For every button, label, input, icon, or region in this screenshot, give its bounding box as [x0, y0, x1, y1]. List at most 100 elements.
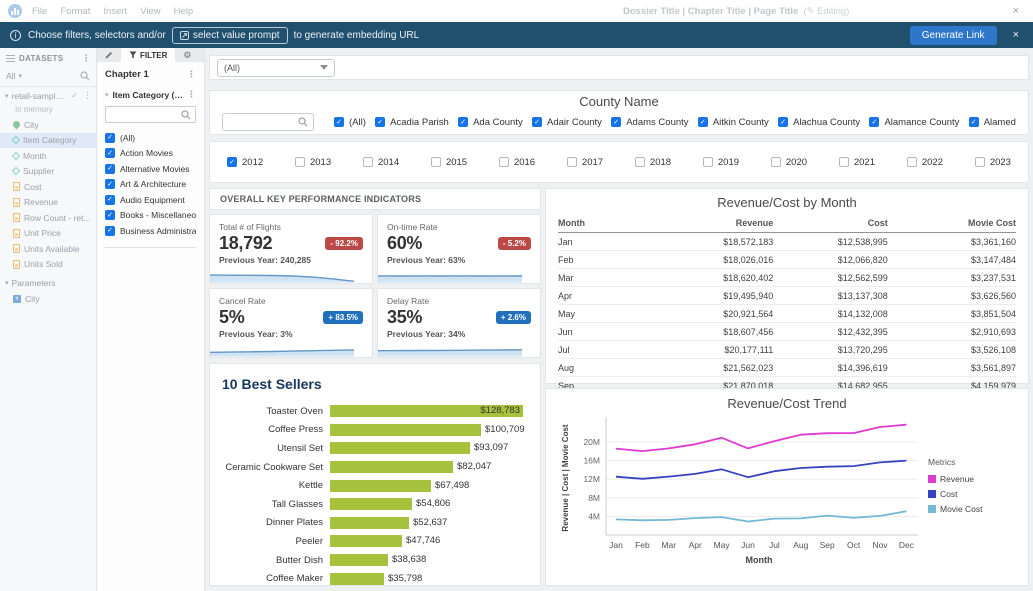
bar-row-butter-dish[interactable]: Butter Dish$38,638	[222, 551, 528, 570]
filter-item-books-miscellaneous-checkbox[interactable]	[105, 210, 115, 220]
year-item-2014[interactable]: 2014	[363, 157, 399, 168]
county-item-aitkin-county-checkbox[interactable]	[698, 117, 708, 127]
group-more-icon[interactable]: ⋮	[187, 89, 196, 100]
bar-row-coffee-press[interactable]: Coffee Press$100,709	[222, 421, 528, 440]
filter-item-alternative-movies-checkbox[interactable]	[105, 164, 115, 174]
table-row[interactable]: May$20,921,564$14,132,008$3,851,504	[558, 305, 1016, 323]
tab-settings[interactable]: ⚙	[175, 48, 199, 62]
county-item-acadia-parish-checkbox[interactable]	[375, 117, 385, 127]
year-item-2018[interactable]: 2018	[635, 157, 671, 168]
filter-item-business-administration[interactable]: Business Administration	[105, 223, 196, 239]
datasets-more-icon[interactable]: ⋮	[82, 53, 91, 64]
tab-filter[interactable]: FILTER	[121, 48, 175, 62]
year-item-2022-checkbox[interactable]	[907, 157, 917, 167]
year-item-2014-checkbox[interactable]	[363, 157, 373, 167]
group-expand-icon[interactable]: ▾	[105, 91, 109, 99]
table-row[interactable]: Jul$20,177,111$13,720,295$3,526,108	[558, 341, 1016, 359]
county-item-adair-county-checkbox[interactable]	[532, 117, 542, 127]
year-item-2016[interactable]: 2016	[499, 157, 535, 168]
table-row[interactable]: Jan$18,572,183$12,538,995$3,361,160	[558, 233, 1016, 251]
select-value-prompt-button[interactable]: select value prompt	[172, 27, 288, 44]
bar-row-dinner-plates[interactable]: Dinner Plates$52,637	[222, 514, 528, 533]
parameters-expand-icon[interactable]: ▾	[5, 279, 9, 287]
filter-item-business-administration-checkbox[interactable]	[105, 226, 115, 236]
bar-row-tall-glasses[interactable]: Tall Glasses$54,806	[222, 495, 528, 514]
bar-row-peeler[interactable]: Peeler$47,746	[222, 532, 528, 551]
year-item-2017-checkbox[interactable]	[567, 157, 577, 167]
dataset-metric-cost[interactable]: Cost	[0, 179, 96, 195]
parameter-city[interactable]: xCity	[0, 291, 96, 307]
generate-link-button[interactable]: Generate Link	[910, 26, 997, 45]
county-item-alachua-county[interactable]: Alachua County	[778, 117, 860, 128]
dataset-metric-row-count-ret-[interactable]: Row Count - ret...	[0, 210, 96, 226]
dataset-attribute-city[interactable]: City	[0, 117, 96, 133]
filter-item-audio-equipment[interactable]: Audio Equipment	[105, 192, 196, 208]
dataset-attribute-item-category[interactable]: Item Category	[0, 133, 96, 149]
menu-help[interactable]: Help	[174, 6, 194, 17]
column-header-movie-cost[interactable]: Movie Cost	[888, 215, 1016, 233]
bar-row-utensil-set[interactable]: Utensil Set$93,097	[222, 439, 528, 458]
filter-item-art-architecture-checkbox[interactable]	[105, 179, 115, 189]
year-item-2020-checkbox[interactable]	[771, 157, 781, 167]
year-item-2019-checkbox[interactable]	[703, 157, 713, 167]
chapter-more-icon[interactable]: ⋮	[187, 69, 196, 80]
dataset-attribute-month[interactable]: Month	[0, 148, 96, 164]
county-item-alamance-county-checkbox[interactable]	[869, 117, 879, 127]
series-line-cost[interactable]	[616, 461, 906, 479]
legend-swatch-movie-cost[interactable]	[928, 505, 936, 513]
year-item-2019[interactable]: 2019	[703, 157, 739, 168]
county-item-ada-county[interactable]: Ada County	[458, 117, 523, 128]
datasets-search-icon[interactable]	[80, 71, 90, 81]
county-item--all--checkbox[interactable]	[334, 117, 344, 127]
year-item-2012-checkbox[interactable]	[227, 157, 237, 167]
window-close-icon[interactable]: ×	[1013, 0, 1019, 22]
table-row[interactable]: Apr$19,495,940$13,137,308$3,626,560	[558, 287, 1016, 305]
series-line-revenue[interactable]	[616, 425, 906, 451]
menu-file[interactable]: File	[32, 6, 47, 17]
filter-item-action-movies[interactable]: Action Movies	[105, 146, 196, 162]
county-item-alamed-checkbox[interactable]	[969, 117, 979, 127]
filter-item--all--checkbox[interactable]	[105, 133, 115, 143]
datasets-scope-dropdown[interactable]: All	[6, 71, 15, 81]
bar-row-toaster-oven[interactable]: Toaster Oven$128,783	[222, 402, 528, 421]
year-item-2020[interactable]: 2020	[771, 157, 807, 168]
datasets-menu-icon[interactable]	[6, 53, 15, 64]
table-row[interactable]: Aug$21,562,023$14,396,619$3,561,897	[558, 359, 1016, 377]
legend-swatch-cost[interactable]	[928, 490, 936, 498]
year-item-2018-checkbox[interactable]	[635, 157, 645, 167]
column-header-cost[interactable]: Cost	[773, 215, 888, 233]
year-item-2012[interactable]: 2012	[227, 157, 263, 168]
dataset-metric-unit-price[interactable]: Unit Price	[0, 226, 96, 242]
filter-item-books-miscellaneous[interactable]: Books - Miscellaneous	[105, 208, 196, 224]
filter-item-alternative-movies[interactable]: Alternative Movies	[105, 161, 196, 177]
county-item-alamed[interactable]: Alamed	[969, 117, 1016, 128]
legend-swatch-revenue[interactable]	[928, 475, 936, 483]
bar-row-ceramic-cookware-set[interactable]: Ceramic Cookware Set$82,047	[222, 458, 528, 477]
county-item-alachua-county-checkbox[interactable]	[778, 117, 788, 127]
menu-format[interactable]: Format	[60, 6, 90, 17]
county-item-adams-county-checkbox[interactable]	[611, 117, 621, 127]
table-row[interactable]: Mar$18,620,402$12,562,599$3,237,531	[558, 269, 1016, 287]
menu-insert[interactable]: Insert	[103, 6, 127, 17]
column-header-revenue[interactable]: Revenue	[686, 215, 773, 233]
year-item-2023[interactable]: 2023	[975, 157, 1011, 168]
year-item-2015[interactable]: 2015	[431, 157, 467, 168]
county-item-acadia-parish[interactable]: Acadia Parish	[375, 117, 449, 128]
year-item-2016-checkbox[interactable]	[499, 157, 509, 167]
table-row[interactable]: Feb$18,026,016$12,066,820$3,147,484	[558, 251, 1016, 269]
menu-view[interactable]: View	[140, 6, 160, 17]
dataset-metric-units-sold[interactable]: Units Sold	[0, 257, 96, 273]
year-item-2023-checkbox[interactable]	[975, 157, 985, 167]
county-item-adams-county[interactable]: Adams County	[611, 117, 688, 128]
county-search-input[interactable]	[222, 113, 314, 131]
filter-item--all-[interactable]: (All)	[105, 130, 196, 146]
table-row[interactable]: Jun$18,607,456$12,432,395$2,910,693	[558, 323, 1016, 341]
year-item-2021-checkbox[interactable]	[839, 157, 849, 167]
column-header-month[interactable]: Month	[558, 215, 686, 233]
dataset-row[interactable]: ▾ retail-sample-d... ✓ ⋮	[0, 87, 96, 104]
year-item-2015-checkbox[interactable]	[431, 157, 441, 167]
bar-row-coffee-maker[interactable]: Coffee Maker$35,798	[222, 569, 528, 588]
year-item-2013[interactable]: 2013	[295, 157, 331, 168]
county-item-ada-county-checkbox[interactable]	[458, 117, 468, 127]
filter-search-input[interactable]	[105, 106, 196, 123]
